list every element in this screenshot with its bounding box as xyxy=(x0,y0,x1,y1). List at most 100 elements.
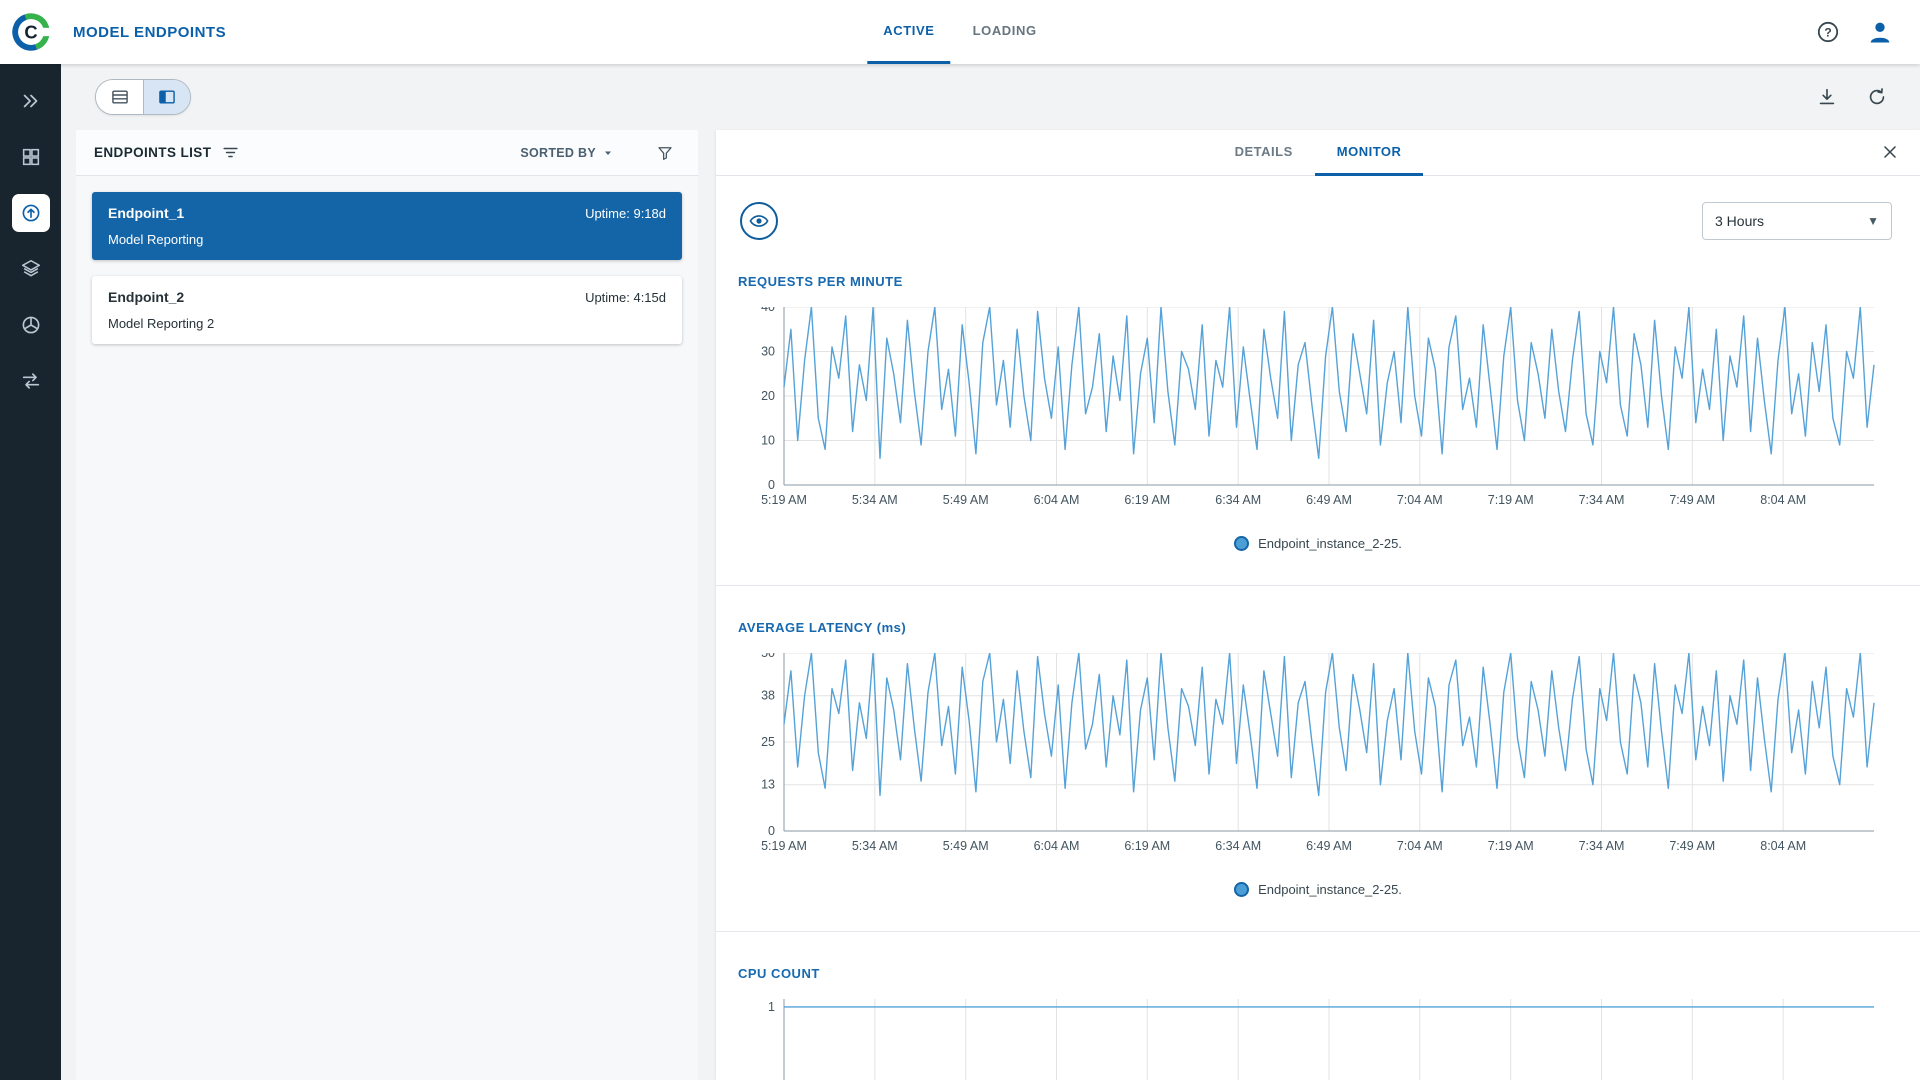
filter-button[interactable] xyxy=(656,144,674,162)
endpoint-uptime: Uptime: 4:15d xyxy=(585,289,666,305)
svg-text:10: 10 xyxy=(761,434,775,448)
exchange-arrows-icon xyxy=(22,373,39,389)
tab-monitor[interactable]: MONITOR xyxy=(1314,130,1424,176)
endpoint-card-1[interactable]: Endpoint_1 Uptime: 9:18d Model Reporting xyxy=(92,192,682,260)
sidebar-item-runtimes[interactable] xyxy=(12,362,50,400)
endpoint-subtitle: Model Reporting 2 xyxy=(108,316,215,331)
svg-text:?: ? xyxy=(1824,25,1831,39)
split-view-button[interactable] xyxy=(143,80,190,114)
svg-text:7:34 AM: 7:34 AM xyxy=(1579,839,1625,853)
monitor-controls: 3 Hours ▼ xyxy=(716,202,1920,240)
svg-text:25: 25 xyxy=(761,735,775,749)
svg-text:1: 1 xyxy=(768,1000,775,1014)
chart-legend: Endpoint_instance_2-25. xyxy=(716,536,1920,551)
brand-logo-icon: C xyxy=(11,13,51,51)
close-panel-button[interactable] xyxy=(1880,142,1900,162)
svg-text:6:04 AM: 6:04 AM xyxy=(1034,493,1080,507)
app-logo[interactable]: C xyxy=(0,12,61,52)
endpoint-subtitle: Model Reporting xyxy=(108,232,204,247)
sorted-by-label: SORTED BY xyxy=(520,145,596,160)
sidebar-item-jobs[interactable] xyxy=(12,138,50,176)
svg-text:6:49 AM: 6:49 AM xyxy=(1306,839,1352,853)
monitor-panel: DETAILS MONITOR 3 Hours ▼ REQUESTS PER M… xyxy=(716,130,1920,1080)
section-divider xyxy=(716,585,1920,586)
app-header: C MODEL ENDPOINTS ACTIVE LOADING ? xyxy=(0,0,1920,64)
latency-chart: 5:19 AM 5:34 AM 5:49 AM 6:04 AM 6:19 AM 6:34 … xyxy=(738,646,1920,864)
sidebar xyxy=(0,64,61,1080)
view-toggle-group xyxy=(95,79,191,115)
sidebar-item-model-endpoints[interactable] xyxy=(11,194,50,232)
svg-text:6:49 AM: 6:49 AM xyxy=(1306,493,1352,507)
monitor-content: 3 Hours ▼ REQUESTS PER MINUTE 5:19 AM 5:3… xyxy=(716,176,1920,1080)
svg-text:5:19 AM: 5:19 AM xyxy=(761,493,807,507)
svg-text:0: 0 xyxy=(768,824,775,838)
cpu-chart: 1 xyxy=(738,999,1920,1080)
header-tabs: ACTIVE LOADING xyxy=(867,0,1052,64)
tab-loading[interactable]: LOADING xyxy=(957,0,1053,64)
page-title: MODEL ENDPOINTS xyxy=(73,23,227,41)
content-row: ENDPOINTS LIST SORTED BY Endpoint_1 Upti… xyxy=(61,130,1920,1080)
sidebar-item-amps[interactable] xyxy=(12,306,50,344)
avatar-icon xyxy=(1870,22,1890,43)
chart-legend: Endpoint_instance_2-25. xyxy=(716,882,1920,897)
svg-text:5:49 AM: 5:49 AM xyxy=(943,493,989,507)
svg-text:30: 30 xyxy=(761,345,775,359)
grid-icon xyxy=(22,148,39,166)
svg-text:38: 38 xyxy=(761,689,775,703)
caret-down-icon: ▼ xyxy=(1867,214,1879,228)
svg-text:7:49 AM: 7:49 AM xyxy=(1669,493,1715,507)
endpoints-list-title: ENDPOINTS LIST xyxy=(94,145,212,160)
svg-text:8:04 AM: 8:04 AM xyxy=(1760,493,1806,507)
legend-label: Endpoint_instance_2-25. xyxy=(1258,536,1402,551)
svg-text:8:04 AM: 8:04 AM xyxy=(1760,839,1806,853)
endpoint-name: Endpoint_2 xyxy=(108,289,185,305)
legend-dot-icon xyxy=(1234,536,1250,551)
svg-text:5:49 AM: 5:49 AM xyxy=(943,839,989,853)
segmented-circle-icon xyxy=(22,316,39,334)
svg-text:7:04 AM: 7:04 AM xyxy=(1397,493,1443,507)
auto-refresh-button[interactable] xyxy=(1866,86,1888,108)
tab-active[interactable]: ACTIVE xyxy=(867,0,951,64)
table-view-button[interactable] xyxy=(96,80,143,114)
auto-refresh-icon xyxy=(1869,88,1885,105)
svg-text:5:34 AM: 5:34 AM xyxy=(852,493,898,507)
preview-button[interactable] xyxy=(740,202,778,240)
funnel-icon xyxy=(658,146,672,160)
sidebar-item-datasets[interactable] xyxy=(12,250,50,288)
tab-details[interactable]: DETAILS xyxy=(1213,130,1315,176)
chart-title-cpu: CPU COUNT xyxy=(738,966,820,981)
line-chart: 5:19 AM 5:34 AM 5:49 AM 6:04 AM 6:19 AM 6:34 … xyxy=(761,646,1875,853)
line-chart: 1 xyxy=(768,999,1874,1080)
help-button[interactable]: ? xyxy=(1816,20,1840,44)
endpoint-uptime: Uptime: 9:18d xyxy=(585,205,666,221)
requests-chart: 5:19 AM 5:34 AM 5:49 AM 6:04 AM 6:19 AM 6:34 … xyxy=(738,300,1920,518)
eye-icon xyxy=(749,215,769,227)
svg-text:6:04 AM: 6:04 AM xyxy=(1034,839,1080,853)
legend-label: Endpoint_instance_2-25. xyxy=(1258,882,1402,897)
sort-button[interactable] xyxy=(221,143,240,162)
svg-text:20: 20 xyxy=(761,389,775,403)
endpoint-card-2[interactable]: Endpoint_2 Uptime: 4:15d Model Reporting… xyxy=(92,276,682,344)
sorted-by-dropdown[interactable]: SORTED BY xyxy=(520,146,614,160)
close-icon xyxy=(1884,146,1896,158)
download-button[interactable] xyxy=(1816,86,1838,108)
chart-title-latency: AVERAGE LATENCY (ms) xyxy=(738,620,907,635)
line-chart: 5:19 AM 5:34 AM 5:49 AM 6:04 AM 6:19 AM 6:34 … xyxy=(761,300,1875,507)
svg-text:6:19 AM: 6:19 AM xyxy=(1124,839,1170,853)
double-chevron-icon xyxy=(23,94,37,108)
sort-icon xyxy=(223,147,238,158)
user-menu-button[interactable] xyxy=(1866,18,1894,46)
endpoints-panel-header: ENDPOINTS LIST SORTED BY xyxy=(76,130,698,176)
section-divider xyxy=(716,931,1920,932)
toolbar-actions xyxy=(1816,86,1888,108)
svg-text:6:19 AM: 6:19 AM xyxy=(1124,493,1170,507)
monitor-panel-header: DETAILS MONITOR xyxy=(716,130,1920,176)
svg-text:5:19 AM: 5:19 AM xyxy=(761,839,807,853)
split-view-icon xyxy=(159,90,175,104)
time-range-select[interactable]: 3 Hours ▼ xyxy=(1702,202,1892,240)
sidebar-item-workbench[interactable] xyxy=(12,82,50,120)
table-view-icon xyxy=(111,90,128,104)
toolbar xyxy=(61,64,1920,130)
endpoint-name: Endpoint_1 xyxy=(108,205,185,221)
svg-text:7:19 AM: 7:19 AM xyxy=(1488,839,1534,853)
